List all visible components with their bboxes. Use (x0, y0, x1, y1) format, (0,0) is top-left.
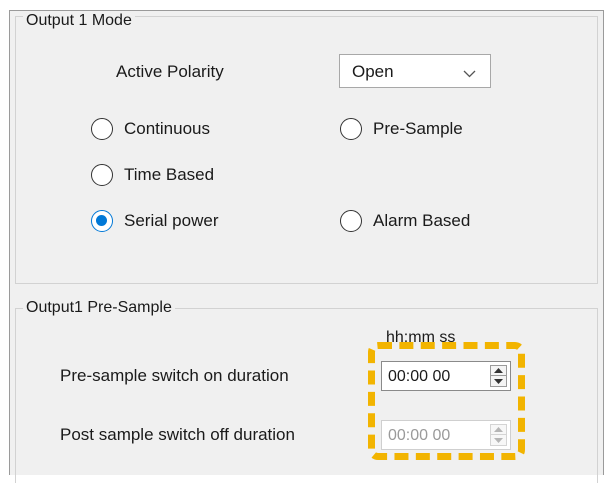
radio-time-based[interactable]: Time Based (91, 164, 214, 186)
radio-pre-sample[interactable]: Pre-Sample (340, 118, 463, 140)
radio-label: Serial power (124, 211, 219, 230)
radio-continuous[interactable]: Continuous (91, 118, 210, 140)
increment-button[interactable] (491, 425, 506, 435)
active-polarity-label: Active Polarity (116, 62, 224, 81)
radio-serial-power[interactable]: Serial power (91, 210, 219, 232)
output1-presample-group (15, 308, 598, 483)
switch-on-duration-stepper[interactable]: 00:00 00 (381, 361, 511, 391)
decrement-button[interactable] (491, 376, 506, 386)
increment-button[interactable] (491, 366, 506, 376)
radio-circle[interactable] (91, 118, 113, 140)
active-polarity-dropdown[interactable]: Open (339, 54, 491, 88)
radio-label: Alarm Based (373, 211, 471, 230)
stepper-buttons (490, 424, 507, 446)
radio-circle-checked[interactable] (91, 210, 113, 232)
radio-label: Continuous (124, 119, 211, 138)
switch-off-duration-label: Post sample switch off duration (60, 425, 295, 444)
output1-mode-group (15, 16, 598, 284)
output1-mode-title: Output 1 Mode (23, 12, 135, 30)
radio-circle[interactable] (91, 164, 113, 186)
switch-on-duration-label: Pre-sample switch on duration (60, 366, 289, 385)
radio-label: Time Based (124, 165, 215, 184)
radio-circle[interactable] (340, 118, 362, 140)
radio-alarm-based[interactable]: Alarm Based (340, 210, 470, 232)
switch-on-duration-value[interactable]: 00:00 00 (388, 367, 450, 387)
active-polarity-value: Open (352, 62, 394, 81)
output1-presample-title: Output1 Pre-Sample (23, 299, 175, 317)
decrement-button[interactable] (491, 435, 506, 445)
radio-circle[interactable] (340, 210, 362, 232)
chevron-down-icon (463, 65, 476, 83)
settings-panel: Output 1 Mode Active Polarity Open Conti… (9, 10, 604, 483)
time-format-label: hh:mm ss (386, 329, 456, 346)
switch-off-duration-value[interactable]: 00:00 00 (388, 426, 450, 446)
switch-off-duration-stepper[interactable]: 00:00 00 (381, 420, 511, 450)
radio-label: Pre-Sample (373, 119, 463, 138)
stepper-buttons (490, 365, 507, 387)
